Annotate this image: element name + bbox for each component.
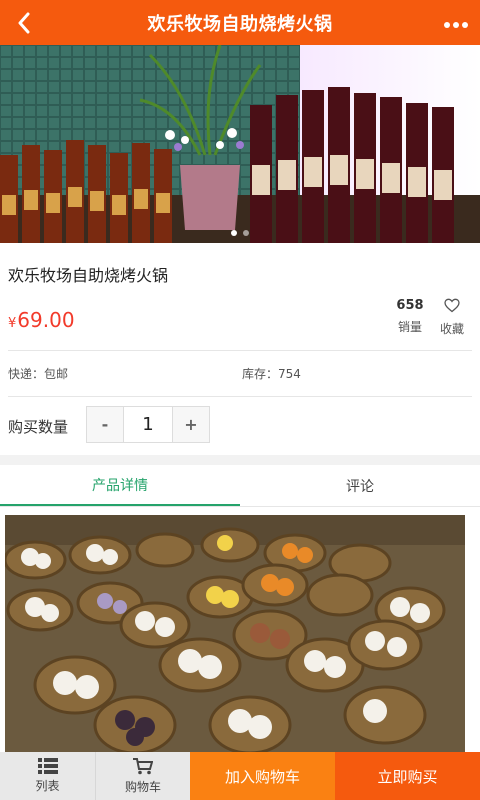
favorite-button[interactable]: 收藏 bbox=[432, 298, 472, 337]
increase-quantity-button[interactable]: + bbox=[173, 407, 209, 442]
carousel-dot-active[interactable] bbox=[231, 230, 237, 236]
tab-product-details[interactable]: 产品详情 bbox=[0, 465, 240, 506]
favorite-label: 收藏 bbox=[439, 322, 464, 336]
product-title: 欢乐牧场自助烧烤火锅 bbox=[8, 266, 169, 285]
price-value: 69.00 bbox=[17, 308, 75, 332]
page-title: 欢乐牧场自助烧烤火锅 bbox=[147, 13, 333, 35]
carousel-dot[interactable] bbox=[243, 230, 249, 236]
decrease-quantity-button[interactable]: - bbox=[87, 407, 123, 442]
tab-reviews[interactable]: 评论 bbox=[240, 465, 480, 506]
shipping-info: 快递：包邮 bbox=[8, 367, 69, 381]
buy-now-button[interactable]: 立即购买 bbox=[335, 752, 480, 800]
sales-label: 销量 bbox=[397, 320, 422, 334]
cart-label: 购物车 bbox=[124, 779, 161, 794]
cart-icon bbox=[133, 757, 153, 774]
product-detail-image bbox=[5, 515, 465, 752]
carousel-indicator bbox=[0, 230, 480, 236]
quantity-input[interactable]: 1 bbox=[123, 407, 173, 442]
sales-stat: 658 销量 bbox=[388, 298, 432, 335]
add-to-cart-button[interactable]: 加入购物车 bbox=[190, 752, 335, 800]
banner-photo bbox=[0, 45, 480, 243]
more-dots-icon bbox=[443, 13, 470, 32]
back-button[interactable] bbox=[4, 0, 44, 45]
list-icon bbox=[37, 758, 58, 774]
bottom-action-bar: 列表 购物车 加入购物车 立即购买 bbox=[0, 752, 480, 800]
header-bar: 欢乐牧场自助烧烤火锅 bbox=[0, 0, 480, 45]
product-image-carousel[interactable] bbox=[0, 45, 480, 243]
quantity-stepper: - 1 + bbox=[86, 406, 210, 443]
chevron-left-icon bbox=[18, 12, 30, 33]
heart-icon bbox=[444, 298, 460, 313]
more-button[interactable] bbox=[438, 0, 474, 45]
detail-tabs: 产品详情 评论 bbox=[0, 465, 480, 507]
detail-photo bbox=[5, 515, 465, 752]
stock-info: 库存：754 bbox=[242, 367, 301, 381]
currency-symbol: ¥ bbox=[8, 316, 17, 331]
list-label: 列表 bbox=[35, 779, 60, 793]
sales-count: 658 bbox=[396, 298, 424, 313]
product-price: ¥69.00 bbox=[8, 308, 75, 332]
divider bbox=[8, 350, 472, 351]
divider bbox=[8, 396, 472, 397]
cart-button[interactable]: 购物车 bbox=[95, 752, 190, 800]
quantity-label: 购买数量 bbox=[8, 418, 69, 436]
section-gap bbox=[0, 455, 480, 465]
list-button[interactable]: 列表 bbox=[0, 752, 95, 800]
